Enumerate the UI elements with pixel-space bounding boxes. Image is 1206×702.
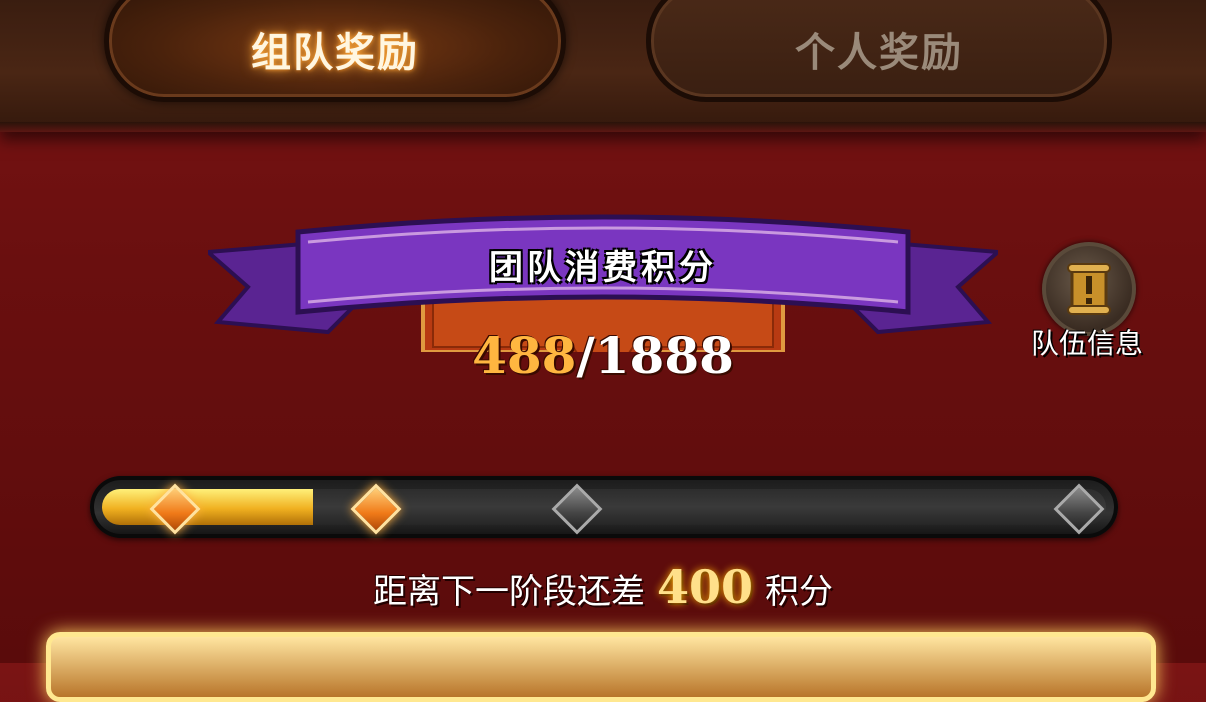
- team-info-button[interactable]: 队伍信息: [1020, 240, 1160, 370]
- score-separator: /: [576, 326, 595, 385]
- remaining-prefix: 距离下一阶段还差: [372, 572, 645, 612]
- tab-team-rewards[interactable]: 组队奖励: [104, 0, 566, 102]
- tab-personal-rewards-label: 个人奖励: [795, 30, 963, 76]
- progress-track: [102, 489, 1106, 525]
- team-info-label: 队伍信息: [1030, 327, 1143, 360]
- reward-panel: [46, 632, 1156, 702]
- progress-fill: [102, 489, 313, 525]
- score-current: 488: [472, 326, 577, 385]
- score-progress-bar: [90, 476, 1118, 538]
- score-total: 1888: [594, 326, 734, 385]
- remaining-points-text: 距离下一阶段还差 400 积分: [0, 560, 1206, 614]
- tab-team-rewards-label: 组队奖励: [251, 30, 419, 76]
- remaining-value: 400: [656, 560, 754, 614]
- tab-bar: 组队奖励 个人奖励: [0, 0, 1206, 132]
- tab-personal-rewards[interactable]: 个人奖励: [646, 0, 1112, 102]
- remaining-suffix: 积分: [765, 572, 834, 612]
